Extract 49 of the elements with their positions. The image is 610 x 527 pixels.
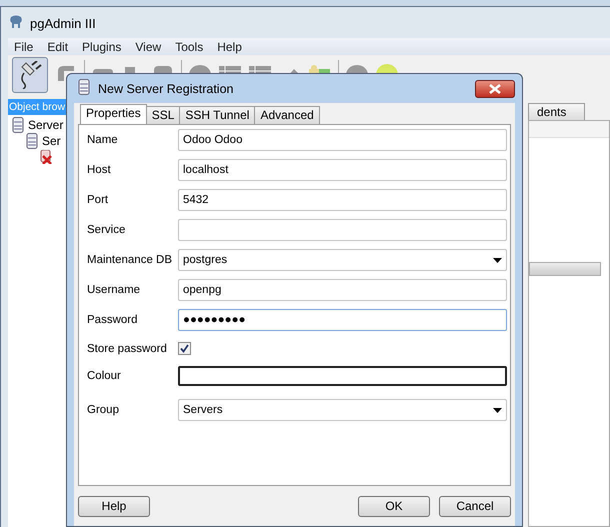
close-button[interactable] [475, 80, 515, 98]
menu-item[interactable]: Plugins [76, 40, 130, 54]
field-label: Username [87, 284, 142, 296]
menu-item[interactable]: Edit [41, 40, 76, 54]
menu-item[interactable]: Tools [169, 40, 212, 54]
input-field[interactable]: Odoo Odoo [178, 129, 507, 151]
dialog-button[interactable]: Cancel [439, 496, 511, 516]
tree-item[interactable]: Server [28, 118, 64, 132]
plug-icon [18, 61, 42, 89]
dropdown[interactable]: postgres [178, 249, 507, 271]
server-error-icon [40, 150, 52, 164]
field-label: Host [87, 164, 112, 176]
menu-item[interactable]: Help [211, 40, 250, 54]
menu-item[interactable]: View [129, 40, 170, 54]
dropdown-arrow-icon [493, 408, 502, 412]
input-field[interactable]: 5432 [178, 189, 507, 211]
tab[interactable]: Properties [80, 104, 147, 124]
input-field[interactable]: localhost [178, 159, 507, 181]
server-icon [26, 133, 38, 149]
field-label: Colour [87, 370, 122, 382]
field-label: Name [87, 134, 119, 146]
field-label: Store password [87, 342, 168, 354]
menu-item[interactable]: File [8, 40, 42, 54]
tab[interactable]: SSL [146, 106, 180, 124]
password-field[interactable]: ●●●●●●●●● [178, 309, 507, 331]
dialog-title: New Server Registration [98, 82, 234, 96]
tab[interactable]: Advanced [254, 106, 320, 124]
field-label: Password [87, 314, 138, 326]
dialog-button[interactable]: Help [78, 496, 150, 516]
checkbox[interactable] [178, 342, 191, 355]
tab[interactable]: dents [528, 103, 586, 120]
field-label: Maintenance DB [87, 254, 174, 266]
window-title: pgAdmin III [30, 16, 96, 31]
input-field[interactable] [178, 219, 507, 241]
dialog-button[interactable]: OK [358, 496, 430, 516]
connect-button[interactable] [12, 57, 48, 93]
field-label: Group [87, 404, 120, 416]
dropdown[interactable]: Servers [178, 399, 507, 421]
field-label: Port [87, 194, 110, 206]
server-icon [78, 79, 90, 95]
tab[interactable]: SSH Tunnel [179, 106, 256, 124]
input-field[interactable]: openpg [178, 279, 507, 301]
close-icon [489, 84, 501, 94]
dropdown-arrow-icon [493, 258, 502, 262]
checkmark-icon [180, 344, 189, 353]
tree-item[interactable]: Ser [42, 134, 61, 148]
field-label: Service [87, 224, 126, 236]
server-icon [12, 117, 24, 133]
colour-field[interactable] [178, 366, 507, 386]
